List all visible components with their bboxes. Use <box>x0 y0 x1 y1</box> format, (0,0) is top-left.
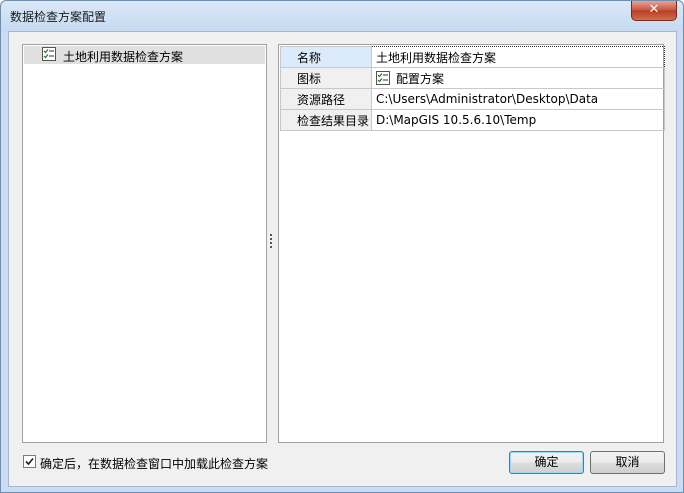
window-title: 数据检查方案配置 <box>10 10 107 24</box>
splitter-dot <box>270 238 272 240</box>
tree-item-label: 土地利用数据检查方案 <box>63 50 184 64</box>
property-row-icon[interactable]: 图标 配置方案 <box>280 67 665 89</box>
dialog-client-area: 土地利用数据检查方案 名称 土地利用数据检查方案 图标 配置方案 资源路径 C:… <box>8 31 677 487</box>
property-grid: 名称 土地利用数据检查方案 图标 配置方案 资源路径 C:\Users\Admi… <box>280 46 665 131</box>
splitter-dot <box>270 234 272 236</box>
property-row-result-dir[interactable]: 检查结果目录 D:\MapGIS 10.5.6.10\Temp <box>280 109 665 131</box>
close-button[interactable]: ✕ <box>631 1 677 21</box>
panel-splitter[interactable] <box>270 234 273 250</box>
property-grid-panel: 名称 土地利用数据检查方案 图标 配置方案 资源路径 C:\Users\Admi… <box>278 44 665 443</box>
property-value[interactable]: 配置方案 <box>371 67 665 89</box>
scheme-tree-panel: 土地利用数据检查方案 <box>22 44 267 443</box>
cancel-button[interactable]: 取消 <box>590 451 665 474</box>
property-value-input[interactable]: 土地利用数据检查方案 <box>371 46 665 68</box>
load-scheme-checkbox[interactable] <box>23 455 36 468</box>
tree-item-scheme[interactable]: 土地利用数据检查方案 <box>24 46 265 64</box>
checklist-icon <box>376 70 390 85</box>
splitter-dot <box>270 242 272 244</box>
property-name: 名称 <box>280 46 372 68</box>
property-row-name[interactable]: 名称 土地利用数据检查方案 <box>280 46 665 68</box>
load-scheme-checkbox-label[interactable]: 确定后，在数据检查窗口中加载此检查方案 <box>40 455 268 472</box>
property-value-text: 配置方案 <box>396 71 445 86</box>
property-name: 图标 <box>280 67 372 89</box>
ok-button[interactable]: 确定 <box>509 451 584 474</box>
splitter-dot <box>270 246 272 248</box>
property-value[interactable]: D:\MapGIS 10.5.6.10\Temp <box>371 109 665 131</box>
checkmark-icon <box>25 457 34 466</box>
dialog-window: 数据检查方案配置 ✕ 土地利用数据检查方案 名称 土地利用数据检查方案 图标 配… <box>0 0 684 493</box>
title-bar[interactable]: 数据检查方案配置 ✕ <box>1 1 683 31</box>
property-value[interactable]: C:\Users\Administrator\Desktop\Data <box>371 88 665 110</box>
property-row-resource-path[interactable]: 资源路径 C:\Users\Administrator\Desktop\Data <box>280 88 665 110</box>
checklist-icon <box>42 47 56 61</box>
property-name: 资源路径 <box>280 88 372 110</box>
property-name: 检查结果目录 <box>280 109 372 131</box>
